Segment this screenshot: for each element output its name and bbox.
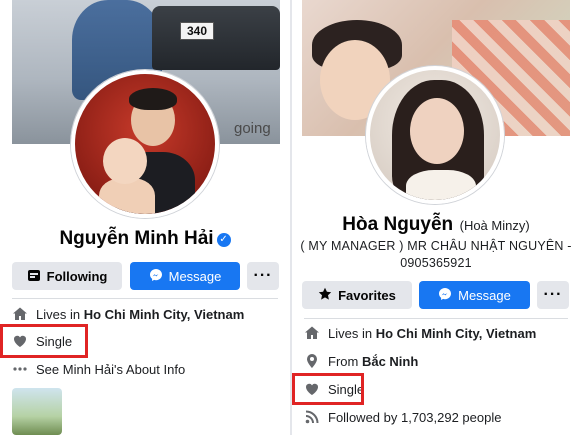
info-about[interactable]: See Minh Hải's About Info [12, 361, 282, 377]
followers-text: Followed by 1,703,292 people [328, 409, 502, 425]
bio-line: ( MY MANAGER ) MR CHÂU NHẬT NGUYÊN - [300, 239, 572, 253]
info-lives-in: Lives in Ho Chi Minh City, Vietnam [304, 325, 572, 341]
verified-badge-icon: ✓ [216, 233, 231, 247]
section-divider [12, 298, 278, 299]
message-label: Message [458, 287, 511, 303]
message-button[interactable]: Message [130, 262, 240, 290]
profile-name-row: Nguyễn Minh Hải ✓ [0, 228, 290, 250]
favorites-button[interactable]: Favorites [302, 281, 412, 309]
lives-in-text: Lives in Ho Chi Minh City, Vietnam [36, 306, 245, 322]
location-pin-icon [304, 353, 320, 369]
favorites-label: Favorites [338, 287, 396, 303]
rss-icon [304, 409, 320, 425]
info-followers: Followed by 1,703,292 people [304, 409, 572, 425]
lives-in-text: Lives in Ho Chi Minh City, Vietnam [328, 325, 537, 341]
bio-line: 0905365921 [400, 256, 472, 270]
about-link: See Minh Hải's About Info [36, 361, 186, 377]
lives-in-city[interactable]: Ho Chi Minh City, Vietnam [376, 326, 537, 341]
profile-panel-right: Hòa Nguyễn (Hoà Minzy) ( MY MANAGER ) MR… [292, 0, 580, 435]
messenger-icon [438, 287, 452, 304]
lives-in-city[interactable]: Ho Chi Minh City, Vietnam [84, 307, 245, 322]
profile-panel-left: 340 going Nguyễn Minh Hải ✓ Following Mes… [0, 0, 290, 435]
profile-bio: ( MY MANAGER ) MR CHÂU NHẬT NGUYÊN - 090… [292, 238, 580, 272]
more-dots-icon: ··· [253, 267, 273, 284]
info-from: From Bắc Ninh [304, 353, 572, 369]
more-options-button[interactable]: ··· [247, 262, 279, 290]
profile-avatar[interactable] [71, 70, 219, 218]
avatar-baby-head [103, 138, 147, 184]
more-dots-icon [12, 361, 28, 377]
photo-thumbnail[interactable] [12, 388, 62, 435]
messenger-icon [149, 268, 163, 285]
more-options-button[interactable]: ··· [537, 281, 569, 309]
profile-name: Hòa Nguyễn [342, 214, 454, 235]
highlight-box [0, 324, 88, 358]
cover-car [152, 6, 280, 70]
following-label: Following [46, 268, 108, 284]
profile-name-row: Hòa Nguyễn (Hoà Minzy) [292, 214, 580, 236]
profile-name: Nguyễn Minh Hải [59, 228, 214, 249]
highlight-box [292, 373, 364, 405]
from-place[interactable]: Bắc Ninh [362, 354, 418, 369]
profile-alt-name: (Hoà Minzy) [459, 218, 530, 233]
star-icon [318, 287, 332, 304]
following-icon [27, 268, 41, 285]
from-text: From Bắc Ninh [328, 353, 419, 369]
home-icon [304, 325, 320, 341]
message-button[interactable]: Message [419, 281, 530, 309]
cover-text: going [234, 120, 271, 137]
profile-avatar[interactable] [366, 66, 504, 204]
avatar-baby-body [99, 178, 155, 214]
home-icon [12, 306, 28, 322]
following-button[interactable]: Following [12, 262, 122, 290]
message-label: Message [168, 268, 222, 284]
avatar-man-hair [129, 88, 177, 110]
avatar-woman-body [406, 170, 476, 200]
section-divider [304, 318, 568, 319]
avatar-woman-face [410, 98, 464, 164]
info-lives-in: Lives in Ho Chi Minh City, Vietnam [12, 306, 282, 322]
more-dots-icon: ··· [543, 286, 563, 303]
cover-license-plate: 340 [180, 22, 214, 40]
